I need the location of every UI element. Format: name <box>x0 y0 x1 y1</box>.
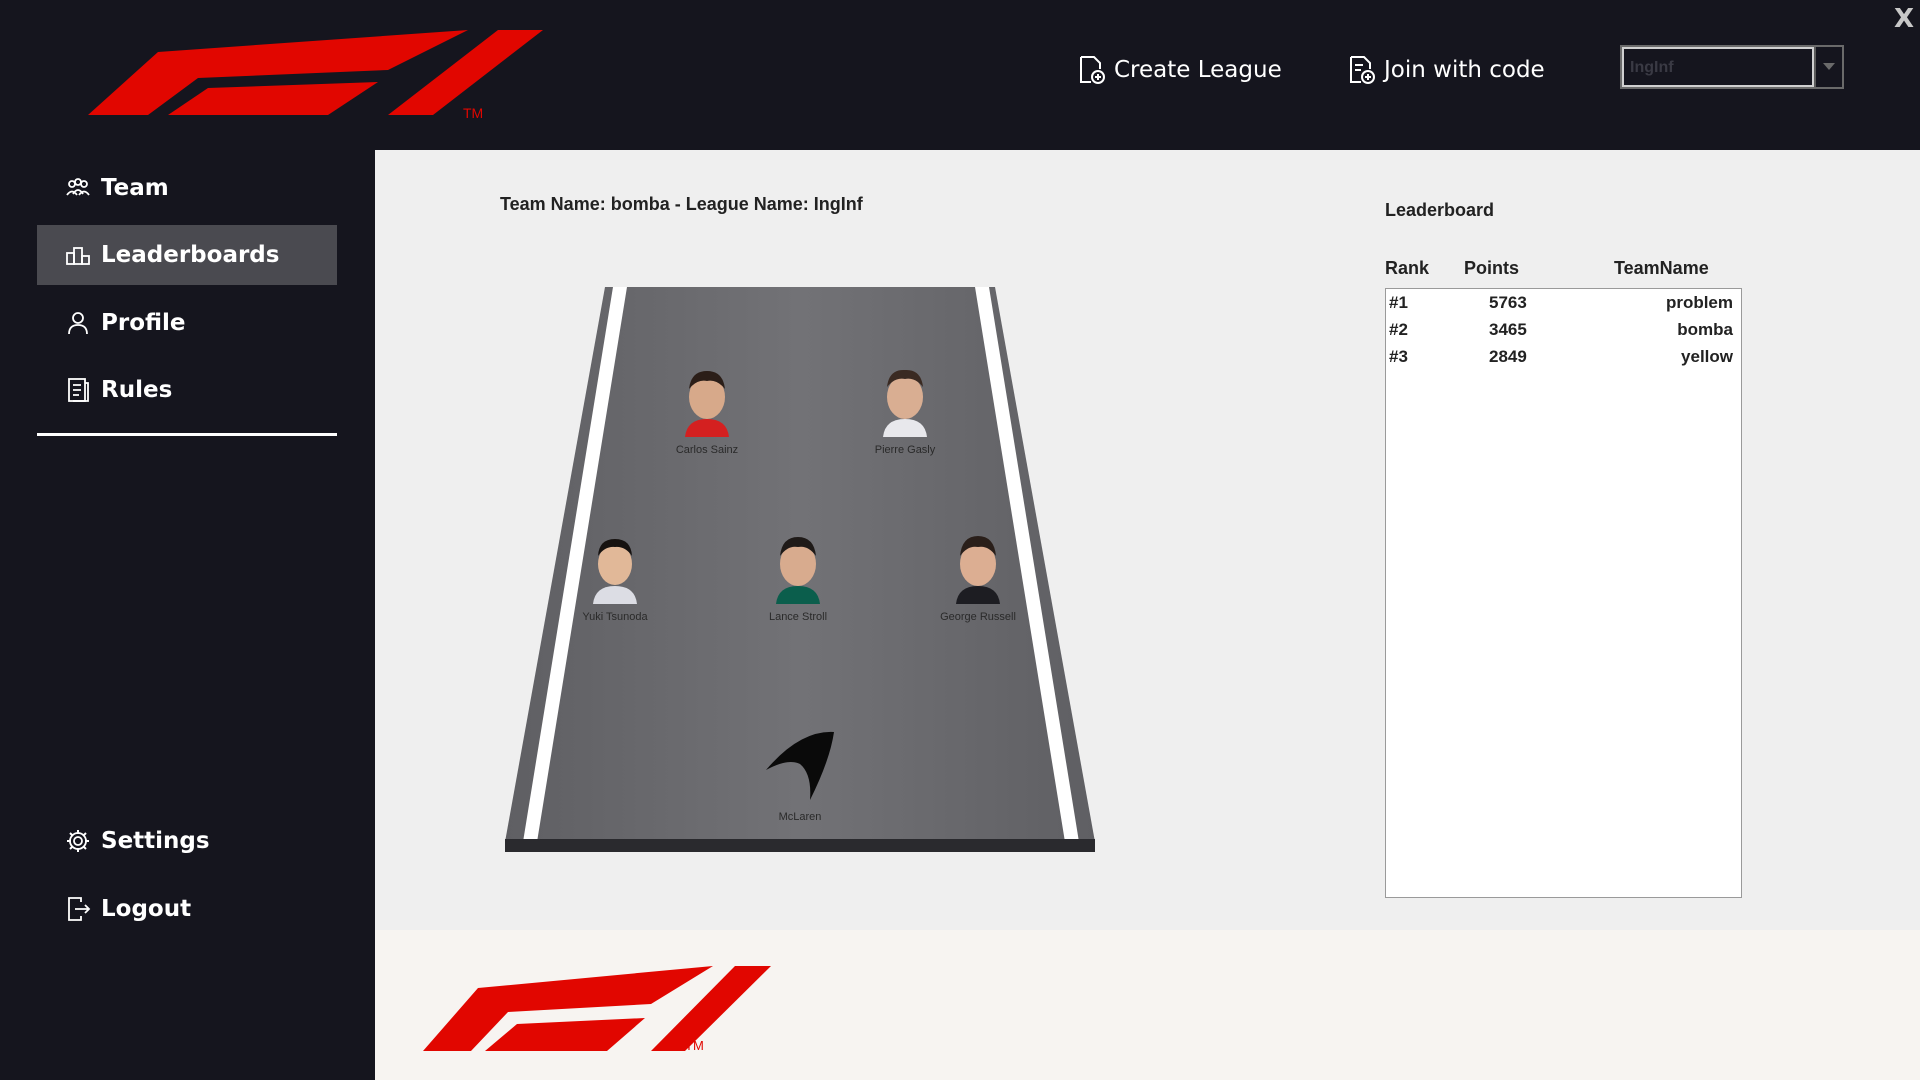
chevron-down-icon[interactable] <box>1814 47 1842 87</box>
leaderboard-row[interactable]: #3 2849 yellow <box>1386 343 1741 370</box>
leaderboard-row[interactable]: #2 3465 bomba <box>1386 316 1741 343</box>
sidebar-item-team[interactable]: Team <box>37 158 337 218</box>
sidebar-item-label: Logout <box>101 896 192 922</box>
team-lineup-field: Carlos Sainz Pierre Gasly Yuki Tsunoda L… <box>505 287 1095 852</box>
driver-avatar <box>883 369 927 437</box>
sidebar-item-profile[interactable]: Profile <box>37 293 337 353</box>
f1-logo: TM <box>88 30 543 120</box>
close-button[interactable]: X <box>1894 4 1914 34</box>
team-icon <box>66 178 90 196</box>
new-document-icon <box>1080 56 1105 84</box>
sidebar-item-label: Team <box>101 175 169 201</box>
leaderboard-title: Leaderboard <box>1385 200 1495 220</box>
driver-avatar <box>685 371 729 437</box>
driver-avatar <box>956 536 1000 604</box>
mclaren-logo-icon <box>766 731 834 800</box>
logo-tm-mark: TM <box>463 105 483 120</box>
sidebar-divider <box>37 433 337 436</box>
leaderboard-row[interactable]: #1 5763 problem <box>1386 289 1741 316</box>
driver-name: George Russell <box>940 611 1016 623</box>
profile-icon <box>68 312 88 335</box>
sidebar-item-rules[interactable]: Rules <box>37 360 337 420</box>
team-name-cell: bomba <box>1677 320 1733 339</box>
code-document-icon <box>1350 56 1375 84</box>
rank-cell: #2 <box>1389 320 1408 339</box>
rank-cell: #3 <box>1389 347 1408 366</box>
column-header-rank: Rank <box>1385 258 1430 278</box>
driver-card[interactable]: Lance Stroll <box>738 534 858 623</box>
leaderboard-icon <box>66 247 90 265</box>
logout-icon <box>68 897 91 921</box>
driver-card[interactable]: George Russell <box>918 534 1038 623</box>
driver-name: Lance Stroll <box>768 611 828 623</box>
sidebar-item-leaderboards[interactable]: Leaderboards <box>37 225 337 285</box>
driver-name: Yuki Tsunoda <box>582 611 648 623</box>
driver-card[interactable]: Yuki Tsunoda <box>555 534 675 623</box>
points-cell: 3465 <box>1489 320 1527 339</box>
team-name-cell: problem <box>1665 293 1733 312</box>
top-bar: TM Create League Join with code IngInf X <box>0 0 1920 150</box>
join-with-code-button[interactable]: Join with code <box>1348 52 1545 88</box>
league-select-value: IngInf <box>1622 47 1814 87</box>
driver-name: Pierre Gasly <box>874 444 936 456</box>
driver-card[interactable]: Pierre Gasly <box>845 367 965 456</box>
gear-icon <box>67 830 89 852</box>
footer: TM <box>375 930 1920 1080</box>
driver-avatar <box>593 539 637 604</box>
create-league-button[interactable]: Create League <box>1078 52 1282 88</box>
points-cell: 5763 <box>1489 293 1527 312</box>
column-header-points: Points <box>1464 258 1520 278</box>
rank-cell: #1 <box>1389 293 1408 312</box>
team-name-cell: yellow <box>1681 347 1733 366</box>
f1-logo: TM <box>423 966 771 1053</box>
constructor-name: McLaren <box>778 811 822 823</box>
driver-name: Carlos Sainz <box>675 444 739 456</box>
join-with-code-label: Join with code <box>1384 57 1545 83</box>
rules-icon <box>68 378 89 402</box>
sidebar-item-logout[interactable]: Logout <box>37 879 337 939</box>
driver-avatar <box>776 537 820 604</box>
sidebar-item-label: Leaderboards <box>101 242 280 268</box>
main-content: Team Name: bomba - League Name: IngInf C <box>375 150 1920 930</box>
logo-tm-mark: TM <box>685 1038 704 1053</box>
sidebar-item-label: Settings <box>101 828 210 854</box>
constructor-card[interactable]: McLaren <box>740 724 860 823</box>
create-league-label: Create League <box>1114 57 1282 83</box>
sidebar-item-label: Rules <box>101 377 173 403</box>
driver-card[interactable]: Carlos Sainz <box>647 367 767 456</box>
points-cell: 2849 <box>1489 347 1527 366</box>
team-league-info: Team Name: bomba - League Name: IngInf <box>500 194 863 214</box>
leaderboard-list[interactable]: #1 5763 problem #2 3465 bomba #3 2849 ye… <box>1385 288 1742 898</box>
sidebar: Team Leaderboards Profile Rules Settings… <box>0 150 375 1080</box>
league-select[interactable]: IngInf <box>1620 45 1844 89</box>
column-header-teamname: TeamName <box>1614 258 1709 278</box>
sidebar-item-settings[interactable]: Settings <box>37 811 337 871</box>
sidebar-item-label: Profile <box>101 310 186 336</box>
